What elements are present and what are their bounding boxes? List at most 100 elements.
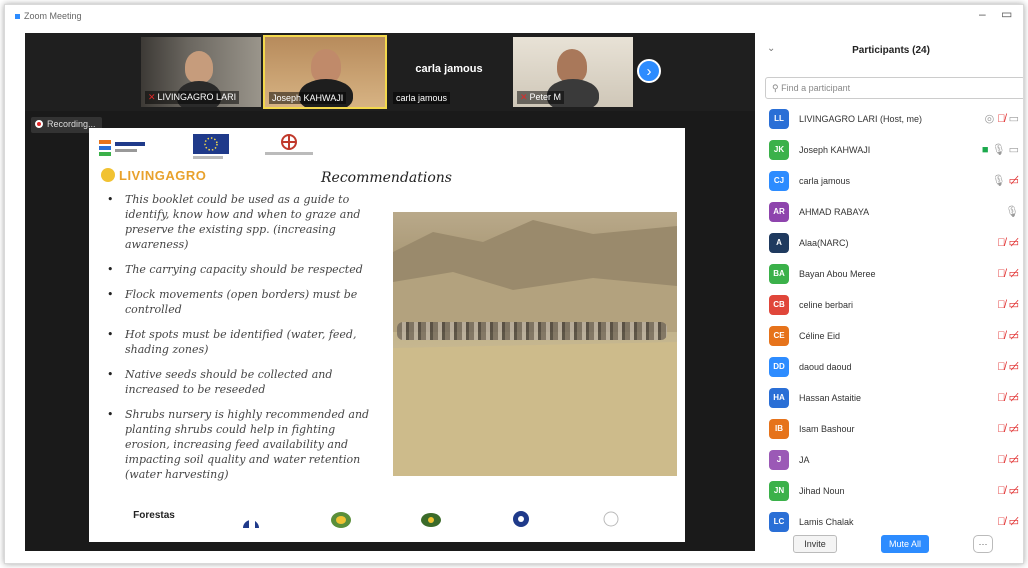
participant-row[interactable]: LL LIVINGAGRO LARI (Host, me) ◎ 🎙̸ ▭ (765, 105, 1023, 135)
muted-mic-icon: 🎙̸ (997, 237, 1006, 249)
participant-row[interactable]: JN Jihad Noun 🎙̸ ▭̸ (765, 477, 1023, 507)
next-page-button[interactable]: › (637, 59, 661, 83)
muted-mic-icon: 🎙̸ (997, 299, 1006, 311)
list-item: Native seeds should be collected and inc… (103, 367, 383, 397)
sheep-flock (397, 322, 667, 340)
participant-row[interactable]: CJ carla jamous 🎙 ▭̸ (765, 167, 1023, 197)
participant-video (557, 49, 587, 83)
video-tile[interactable]: carla jamous carla jamous (389, 37, 509, 107)
muted-mic-icon: 🎙̸ (997, 454, 1006, 466)
status-icons: 🎙̸ ▭̸ (997, 236, 1019, 249)
participant-row[interactable]: HA Hassan Astaitie 🎙̸ ▭̸ (765, 384, 1023, 414)
status-icons: 🎙 ▭̸ (992, 174, 1019, 187)
status-icons: 🎙̸ ▭̸ (997, 391, 1019, 404)
slide-footer-logos: Forestas (129, 510, 669, 536)
slide-title: Recommendations (321, 170, 452, 186)
video-tile[interactable]: ✕ LIVINGAGRO LARI (141, 37, 261, 107)
status-icons: ◎ 🎙̸ ▭ (985, 112, 1019, 125)
invite-button[interactable]: Invite (793, 535, 837, 553)
tile-display-name: carla jamous (415, 63, 483, 75)
shared-slide: LIVINGAGRO Recommendations This booklet … (89, 128, 685, 542)
participant-name: Joseph KAHWAJI (799, 145, 871, 155)
participants-panel: ⌄ Participants (24) ⚲ Find a participant… (757, 33, 1023, 563)
participant-name: Jihad Noun (799, 486, 845, 496)
zoom-window: Zoom Meeting – ▭ ✕ LIVINGAGRO LARI Joseph… (4, 4, 1024, 564)
video-icon: ▭ (1008, 113, 1019, 125)
status-icons: 🎙̸ ▭̸ (997, 360, 1019, 373)
participant-name: celine berbari (799, 300, 854, 310)
participant-search-input[interactable]: ⚲ Find a participant (765, 77, 1023, 99)
avatar: LL (769, 109, 789, 129)
participant-name: Hassan Astaitie (799, 393, 862, 403)
minimize-icon[interactable]: – (979, 7, 986, 21)
search-icon: ⚲ (772, 83, 779, 93)
muted-mic-icon: 🎙̸ (997, 361, 1006, 373)
video-icon: ▭ (1008, 144, 1019, 156)
participant-row[interactable]: AR AHMAD RABAYA 🎙 (765, 198, 1023, 228)
video-off-icon: ▭̸ (1008, 299, 1019, 311)
avatar: CE (769, 326, 789, 346)
muted-mic-icon: 🎙̸ (997, 268, 1006, 280)
recommendation-list: This booklet could be used as a guide to… (103, 192, 383, 492)
participant-name: daoud daoud (799, 362, 852, 372)
muted-mic-icon: 🎙̸ (997, 423, 1006, 435)
meeting-area: ✕ LIVINGAGRO LARI Joseph KAHWAJI carla ja… (25, 33, 755, 551)
participant-video (185, 51, 213, 83)
status-icons: 🎙̸ ▭̸ (997, 298, 1019, 311)
avatar: J (769, 450, 789, 470)
participant-name: Céline Eid (799, 331, 841, 341)
participant-row[interactable]: A Alaa(NARC) 🎙̸ ▭̸ (765, 229, 1023, 259)
muted-mic-icon: 🎙̸ (997, 516, 1006, 528)
video-tile[interactable]: ✕ Peter M (513, 37, 633, 107)
video-off-icon: ▭̸ (1008, 516, 1019, 528)
participant-row[interactable]: IB Isam Bashour 🎙̸ ▭̸ (765, 415, 1023, 445)
tile-name: carla jamous (393, 92, 451, 104)
participant-row[interactable]: CE Céline Eid 🎙̸ ▭̸ (765, 322, 1023, 352)
maximize-icon[interactable]: ▭ (1001, 7, 1012, 21)
muted-mic-icon: 🎙̸ (997, 392, 1006, 404)
participant-row[interactable]: CB celine berbari 🎙̸ ▭̸ (765, 291, 1023, 321)
sardinia-logo (259, 134, 319, 160)
participant-name: Isam Bashour (799, 424, 855, 434)
mute-all-button[interactable]: Mute All (881, 535, 929, 553)
avatar: JN (769, 481, 789, 501)
status-icons: 🎙̸ ▭̸ (997, 453, 1019, 466)
participant-row[interactable]: JK Joseph KAHWAJI ■ 🎙 ▭ (765, 136, 1023, 166)
video-off-icon: ▭̸ (1008, 361, 1019, 373)
avatar: BA (769, 264, 789, 284)
video-off-icon: ▭̸ (1008, 237, 1019, 249)
participant-name: AHMAD RABAYA (799, 207, 870, 217)
participant-name: carla jamous (799, 176, 851, 186)
video-off-icon: ▭̸ (1008, 330, 1019, 342)
partner-logo (509, 510, 533, 532)
sun-logo-icon (101, 168, 115, 182)
avatar: AR (769, 202, 789, 222)
tile-name: ✕ Peter M (517, 91, 565, 104)
list-item: Flock movements (open borders) must be c… (103, 287, 383, 317)
mic-icon: 🎙 (991, 175, 1006, 187)
video-tile-active[interactable]: Joseph KAHWAJI (263, 35, 387, 109)
eu-flag-logo (193, 134, 229, 160)
avatar: JK (769, 140, 789, 160)
record-icon: ◎ (984, 113, 995, 125)
participant-name: JA (799, 455, 810, 465)
avatar: LC (769, 512, 789, 532)
muted-mic-icon: ✕ (148, 92, 156, 102)
participant-name: Bayan Abou Meree (799, 269, 876, 279)
participant-name: Lamis Chalak (799, 517, 854, 527)
status-icons: 🎙̸ ▭̸ (997, 329, 1019, 342)
participant-row[interactable]: BA Bayan Abou Meree 🎙̸ ▭̸ (765, 260, 1023, 290)
list-item: Hot spots must be identified (water, fee… (103, 327, 383, 357)
avatar: HA (769, 388, 789, 408)
participant-name: LIVINGAGRO LARI (Host, me) (799, 114, 923, 124)
status-icons: 🎙̸ ▭̸ (997, 484, 1019, 497)
muted-mic-icon: 🎙̸ (997, 113, 1006, 125)
video-off-icon: ▭̸ (1008, 392, 1019, 404)
participant-row[interactable]: DD daoud daoud 🎙̸ ▭̸ (765, 353, 1023, 383)
participants-header: ⌄ Participants (24) (757, 33, 1023, 63)
video-off-icon: ▭̸ (1008, 454, 1019, 466)
more-options-button[interactable]: ··· (973, 535, 993, 553)
participants-footer: Invite Mute All ··· (757, 530, 1023, 560)
status-icons: 🎙 (1005, 205, 1019, 218)
participant-row[interactable]: J JA 🎙̸ ▭̸ (765, 446, 1023, 476)
